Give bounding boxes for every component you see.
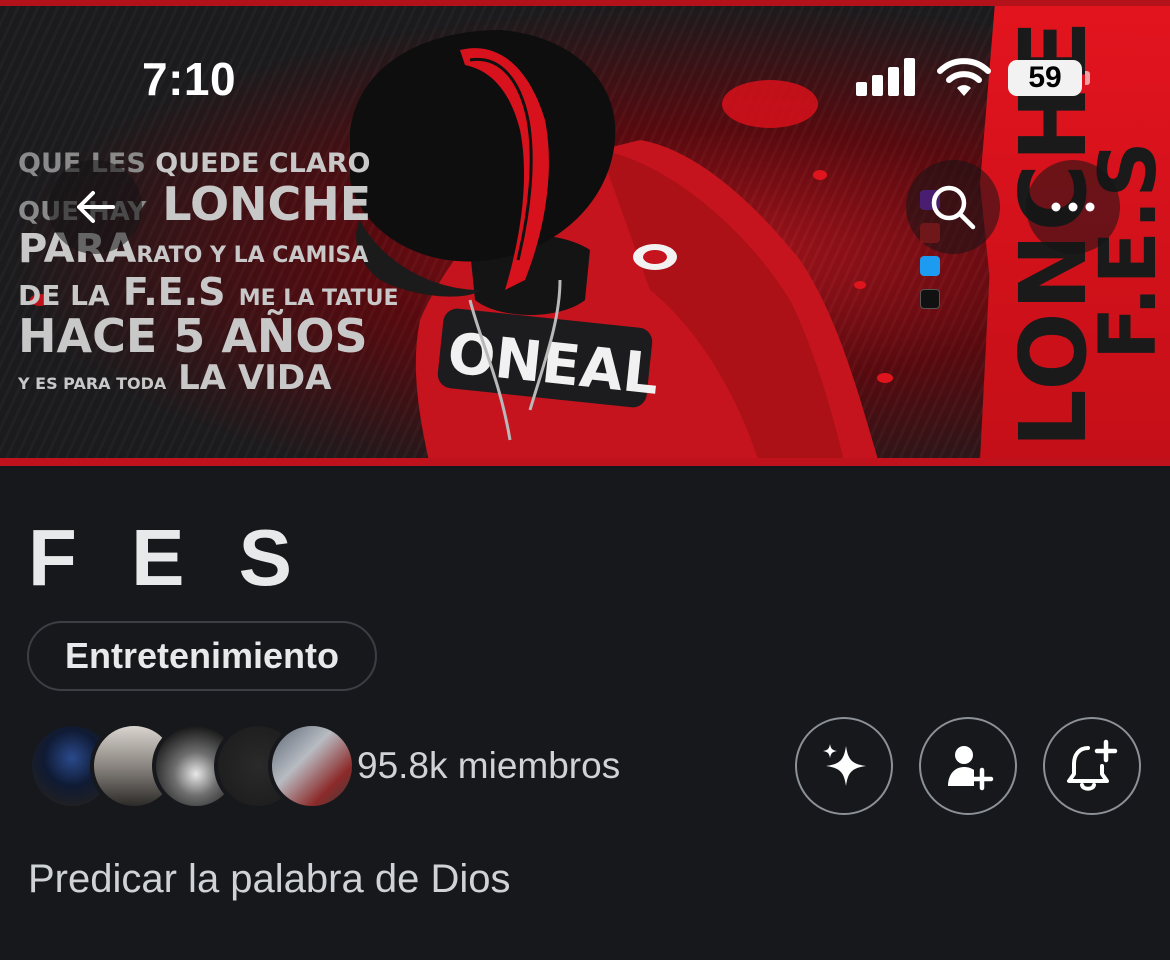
twitter-icon <box>920 256 940 276</box>
more-horizontal-icon <box>1051 202 1095 212</box>
slogan-part: DE LA <box>18 279 110 312</box>
community-name: F E S <box>28 513 309 602</box>
sparkle-button[interactable] <box>795 717 893 815</box>
search-button[interactable] <box>906 160 1000 254</box>
avatar <box>268 722 356 810</box>
search-icon <box>931 185 976 230</box>
bell-plus-icon <box>1067 739 1118 791</box>
notify-button[interactable] <box>1043 717 1141 815</box>
slogan-part: QUEDE CLARO <box>155 148 371 179</box>
category-chip[interactable]: Entretenimiento <box>27 621 378 691</box>
slogan-part: RATO Y LA CAMISA <box>136 243 369 268</box>
arrow-left-icon <box>77 191 115 223</box>
slogan-part: ME LA TATUE <box>238 286 399 311</box>
status-icons: 59 <box>856 58 1096 98</box>
battery-indicator: 59 <box>1008 60 1082 96</box>
more-options-button[interactable] <box>1026 160 1120 254</box>
wifi-icon <box>937 58 991 96</box>
add-user-icon <box>948 746 994 791</box>
slogan-part: Y ES PARA TODA <box>18 374 167 393</box>
member-avatars[interactable] <box>28 722 356 812</box>
slogan-part: HACE 5 AÑOS <box>18 309 368 363</box>
sparkle-icon <box>823 744 866 786</box>
community-description: Predicar la palabra de Dios <box>28 857 511 901</box>
banner-top-border <box>0 0 1170 6</box>
slogan-part: LONCHE <box>162 177 372 231</box>
cellular-signal-icon <box>856 58 916 96</box>
battery-tip <box>1085 71 1090 85</box>
members-count[interactable]: 95.8k miembros <box>357 745 620 787</box>
status-time: 7:10 <box>142 53 237 105</box>
slogan-part: F.E.S <box>122 270 226 314</box>
slogan-part: LA VIDA <box>178 358 332 398</box>
banner-bottom-border <box>0 458 1170 466</box>
add-user-button[interactable] <box>919 717 1017 815</box>
back-button[interactable] <box>48 160 142 254</box>
tiktok-icon <box>920 289 940 309</box>
